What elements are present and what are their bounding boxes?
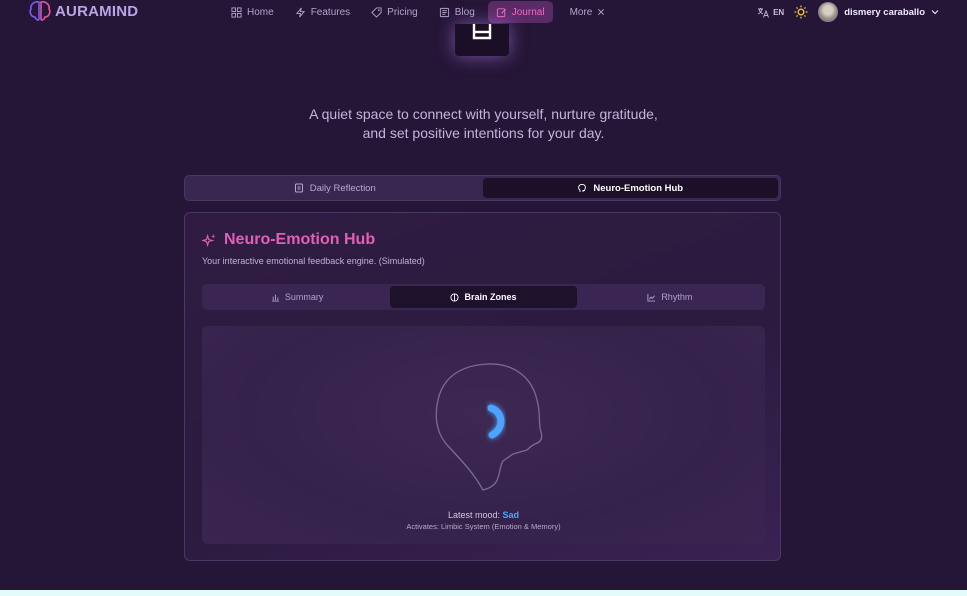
nav-blog-label: Blog	[454, 6, 475, 18]
journal-hero-icon	[455, 24, 509, 56]
grid-icon	[231, 6, 242, 18]
card-title-text: Neuro-Emotion Hub	[224, 231, 376, 248]
intro-text: A quiet space to connect with yourself, …	[0, 105, 967, 143]
limbic-zone-highlight	[487, 404, 505, 439]
nav-home[interactable]: Home	[223, 1, 282, 23]
main-nav: Home Features Pricing Blog Journal More	[223, 0, 618, 24]
line-chart-icon	[647, 293, 656, 302]
language-switcher[interactable]: EN	[757, 7, 784, 18]
brain-head-icon	[578, 184, 587, 192]
tab-neuro-emotion-hub[interactable]: Neuro-Emotion Hub	[482, 178, 778, 198]
tab-summary[interactable]: Summary	[204, 286, 390, 308]
nav-home-label: Home	[247, 6, 274, 18]
brain-zones-visualization: Latest mood: Sad Activates: Limbic Syste…	[202, 326, 765, 544]
newspaper-icon	[439, 7, 449, 17]
logo-text: AURAMIND	[55, 2, 139, 20]
logo[interactable]: AURAMIND	[28, 0, 138, 22]
chevron-down-icon	[931, 10, 939, 15]
sun-icon[interactable]	[794, 5, 808, 19]
card-subtitle: Your interactive emotional feedback engi…	[202, 256, 425, 266]
nav-features[interactable]: Features	[287, 1, 358, 23]
page-footer-edge	[0, 590, 967, 596]
top-navbar: AURAMIND Home Features Pricing Blog Jour…	[0, 0, 967, 24]
bar-chart-icon	[271, 294, 280, 302]
bolt-icon	[295, 7, 305, 17]
tag-icon	[371, 6, 382, 18]
card-title: Neuro-Emotion Hub	[202, 231, 375, 249]
nav-pricing[interactable]: Pricing	[363, 1, 426, 23]
sparkles-icon	[202, 233, 216, 247]
tab-brain-zones[interactable]: Brain Zones	[390, 286, 577, 308]
close-icon	[598, 9, 605, 15]
brain-logo-icon	[29, 1, 51, 21]
brain-circle-icon	[450, 292, 460, 302]
language-label: EN	[773, 7, 785, 17]
avatar	[818, 2, 839, 22]
tab-summary-label: Summary	[284, 292, 324, 302]
journal-tabs: Daily Reflection Neuro-Emotion Hub	[184, 175, 781, 201]
nav-journal[interactable]: Journal	[487, 1, 553, 23]
nav-journal-label: Journal	[511, 6, 545, 18]
mood-label: Latest mood:	[447, 510, 500, 520]
hub-view-tabs: Summary Brain Zones Rhythm	[202, 284, 765, 310]
tab-neuro-emotion-hub-label: Neuro-Emotion Hub	[593, 182, 684, 194]
mood-value: Sad	[502, 510, 520, 520]
nav-more-label: More	[569, 6, 593, 18]
notebook-icon	[294, 183, 303, 193]
neuro-emotion-hub-card: Neuro-Emotion Hub Your interactive emoti…	[184, 212, 781, 561]
tab-brain-zones-label: Brain Zones	[464, 292, 517, 302]
nav-pricing-label: Pricing	[387, 6, 418, 18]
header-tools: EN dismery caraballo	[757, 0, 939, 24]
nav-more[interactable]: More	[562, 1, 614, 23]
latest-mood: Latest mood: Sad	[202, 510, 765, 520]
intro-line-1: A quiet space to connect with yourself, …	[309, 106, 658, 122]
user-menu[interactable]: dismery caraballo	[818, 2, 939, 22]
tab-rhythm-label: Rhythm	[661, 292, 693, 302]
tab-daily-reflection[interactable]: Daily Reflection	[187, 178, 483, 198]
intro-line-2: and set positive intentions for your day…	[362, 125, 605, 141]
tab-daily-reflection-label: Daily Reflection	[309, 182, 376, 194]
edit-icon	[496, 7, 506, 17]
tab-rhythm[interactable]: Rhythm	[577, 286, 763, 308]
translate-icon	[757, 7, 769, 18]
activated-zone: Activates: Limbic System (Emotion & Memo…	[406, 522, 561, 531]
head-outline-illustration	[435, 363, 543, 491]
book-icon	[472, 24, 492, 40]
nav-features-label: Features	[310, 6, 351, 18]
nav-blog[interactable]: Blog	[431, 1, 483, 23]
user-name: dismery caraballo	[844, 6, 925, 18]
